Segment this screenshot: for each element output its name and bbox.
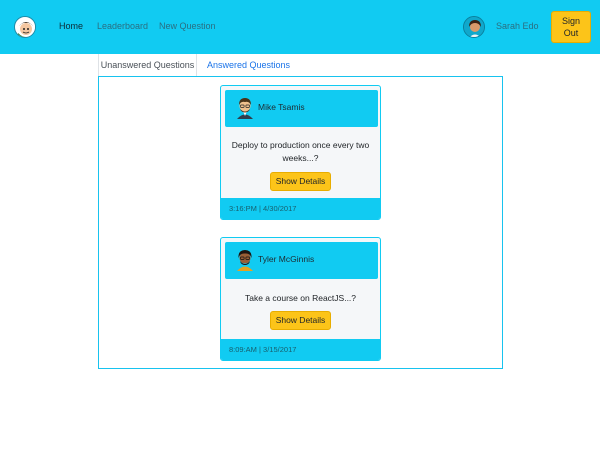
user-name: Sarah Edo (496, 21, 539, 31)
question-author: Mike Tsamis (258, 102, 305, 112)
question-text: Take a course on ReactJS...? (244, 293, 357, 303)
nav-link-new-question[interactable]: New Question (159, 21, 216, 32)
question-card-header: Tyler McGinnis (225, 242, 378, 279)
question-card-header: Mike Tsamis (225, 90, 378, 127)
user-avatar (463, 16, 485, 38)
author-avatar-icon (237, 250, 253, 271)
question-card: Tyler McGinnis Take a course on ReactJS.… (220, 237, 381, 361)
show-details-button[interactable]: Show Details (270, 172, 331, 191)
tab-answered-questions[interactable]: Answered Questions (207, 54, 290, 76)
sign-out-button[interactable]: Sign Out (551, 11, 591, 43)
nav-link-leaderboard[interactable]: Leaderboard (97, 21, 148, 32)
app-logo-icon[interactable] (14, 16, 36, 38)
top-navbar: Home Leaderboard New Question Sarah Edo … (0, 0, 600, 54)
question-timestamp: 8:09:AM | 3/15/2017 (221, 339, 380, 360)
question-author: Tyler McGinnis (258, 254, 315, 264)
author-avatar-icon (237, 98, 253, 119)
question-timestamp: 3:16:PM | 4/30/2017 (221, 198, 380, 219)
nav-link-home[interactable]: Home (59, 21, 83, 32)
show-details-button[interactable]: Show Details (270, 311, 331, 330)
question-text: Deploy to production once every two week… (231, 140, 370, 163)
tab-unanswered-questions[interactable]: Unanswered Questions (98, 54, 197, 76)
question-card: Mike Tsamis Deploy to production once ev… (220, 85, 381, 220)
